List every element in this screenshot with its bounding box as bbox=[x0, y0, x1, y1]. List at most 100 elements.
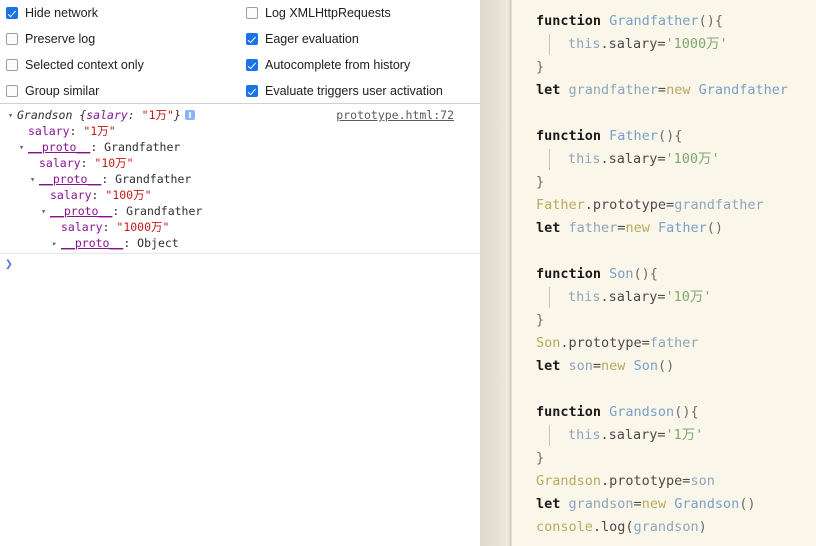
token-str: '10万' bbox=[665, 289, 712, 305]
console-output-area[interactable]: prototype.html:72 ▾ Grandson {salary: "1万… bbox=[0, 104, 480, 254]
token-olive: Grandson bbox=[536, 473, 602, 489]
info-icon[interactable] bbox=[184, 110, 195, 120]
checkbox-unchecked-icon-selected-context-only[interactable] bbox=[6, 59, 18, 71]
console-settings-panel: Hide network Preserve log Selected context… bbox=[0, 0, 480, 104]
tree-row[interactable]: salary: "100万" bbox=[0, 187, 480, 203]
checkbox-row-evaluate-triggers-user-activation[interactable]: Evaluate triggers user activation bbox=[240, 78, 480, 104]
code-line[interactable]: Grandson.prototype=son bbox=[512, 470, 816, 493]
checkbox-unchecked-icon-log-xmlhttprequests[interactable] bbox=[246, 7, 258, 19]
checkbox-row-eager-evaluation[interactable]: Eager evaluation bbox=[240, 26, 480, 52]
console-input[interactable] bbox=[22, 258, 476, 273]
code-line-text: this.salary='10万' bbox=[568, 289, 712, 305]
disclosure-expanded-icon[interactable]: ▾ bbox=[30, 172, 39, 188]
tree-text-prop-key: salary bbox=[28, 124, 70, 138]
code-line[interactable]: function Grandson(){ bbox=[512, 401, 816, 424]
code-blank-line[interactable] bbox=[512, 378, 816, 401]
checkbox-row-autocomplete-from-history[interactable]: Autocomplete from history bbox=[240, 52, 480, 78]
code-line[interactable]: Father.prototype=grandfather bbox=[512, 194, 816, 217]
code-line-text: function Grandfather(){ bbox=[536, 13, 723, 29]
code-line-text: function Father(){ bbox=[536, 128, 682, 144]
checkbox-row-selected-context-only[interactable]: Selected context only bbox=[0, 52, 240, 78]
tree-text-brace: : bbox=[127, 108, 142, 122]
code-line[interactable]: let grandfather=new Grandfather bbox=[512, 79, 816, 102]
code-line[interactable]: let son=new Son() bbox=[512, 355, 816, 378]
code-line[interactable]: } bbox=[512, 309, 816, 332]
code-line[interactable]: } bbox=[512, 56, 816, 79]
editor-code-content[interactable]: function Grandfather(){ this.salary='1000… bbox=[512, 0, 816, 546]
token-kw: let bbox=[536, 496, 569, 512]
indent-guide-line bbox=[549, 34, 550, 55]
tree-text-str-val: "10万" bbox=[94, 156, 134, 170]
token-punct: () bbox=[706, 220, 723, 236]
tree-text-proto-key: __proto__ bbox=[39, 172, 102, 186]
token-punct: (){ bbox=[674, 404, 699, 420]
tree-row[interactable]: ▾ __proto__: Grandfather bbox=[0, 171, 480, 187]
prompt-arrow-icon: ❯ bbox=[5, 257, 13, 272]
token-ident: grandfather bbox=[674, 197, 764, 213]
checkbox-label-preserve-log: Preserve log bbox=[25, 31, 96, 46]
code-blank-line[interactable] bbox=[512, 102, 816, 125]
token-plain: .prototype= bbox=[601, 473, 691, 489]
code-line[interactable]: this.salary='1万' bbox=[512, 424, 816, 447]
tree-row[interactable]: salary: "1000万" bbox=[0, 219, 480, 235]
tree-text-proto-val: : bbox=[101, 172, 116, 186]
tree-row[interactable]: salary: "10万" bbox=[0, 155, 480, 171]
token-punct: () bbox=[739, 496, 756, 512]
code-line[interactable]: let grandson=new Grandson() bbox=[512, 493, 816, 516]
console-prompt-row[interactable]: ❯ bbox=[0, 255, 480, 277]
tree-text-proto-val: : bbox=[90, 140, 105, 154]
checkbox-row-log-xmlhttprequests[interactable]: Log XMLHttpRequests bbox=[240, 0, 480, 26]
disclosure-expanded-icon[interactable]: ▾ bbox=[41, 204, 50, 220]
code-line-text: Grandson.prototype=son bbox=[536, 473, 715, 489]
token-plain: = bbox=[592, 358, 602, 374]
token-ident: grandfather bbox=[568, 82, 658, 98]
token-str: '1000万' bbox=[665, 36, 728, 52]
token-kw: function bbox=[536, 266, 610, 282]
console-empty-space[interactable] bbox=[0, 277, 480, 546]
disclosure-collapsed-icon[interactable]: ▸ bbox=[52, 236, 61, 252]
disclosure-expanded-icon[interactable]: ▾ bbox=[8, 108, 17, 124]
tree-text-prop-key: salary bbox=[50, 188, 92, 202]
code-line[interactable]: this.salary='10万' bbox=[512, 286, 816, 309]
tree-text-proto-val: Grandfather bbox=[115, 172, 192, 186]
tree-row[interactable]: ▾ __proto__: Grandfather bbox=[0, 203, 480, 219]
tree-text-prop-key: salary bbox=[39, 156, 81, 170]
token-punct: () bbox=[657, 358, 675, 374]
checkbox-checked-icon-eager-evaluation[interactable] bbox=[246, 33, 258, 45]
code-line-text: } bbox=[536, 174, 544, 190]
tree-text-proto-val: : bbox=[91, 188, 106, 202]
checkbox-row-hide-network[interactable]: Hide network bbox=[0, 0, 240, 26]
tree-row[interactable]: ▾ __proto__: Grandfather bbox=[0, 139, 480, 155]
disclosure-expanded-icon[interactable]: ▾ bbox=[19, 140, 28, 156]
log-source-link[interactable]: prototype.html:72 bbox=[336, 108, 454, 122]
checkbox-checked-icon-autocomplete-from-history[interactable] bbox=[246, 59, 258, 71]
tree-row[interactable]: ▸ __proto__: Object bbox=[0, 235, 480, 251]
code-line[interactable]: } bbox=[512, 447, 816, 470]
code-line[interactable]: function Grandfather(){ bbox=[512, 10, 816, 33]
code-line[interactable]: this.salary='1000万' bbox=[512, 33, 816, 56]
code-line[interactable]: function Son(){ bbox=[512, 263, 816, 286]
code-blank-line[interactable] bbox=[512, 240, 816, 263]
code-editor-pane: function Grandfather(){ this.salary='1000… bbox=[480, 0, 816, 546]
code-line-text: console.log(grandson) bbox=[536, 519, 707, 535]
checkbox-checked-icon-evaluate-triggers-user-activation[interactable] bbox=[246, 85, 258, 97]
checkbox-row-group-similar[interactable]: Group similar bbox=[0, 78, 240, 104]
tree-text-proto-val: : bbox=[80, 156, 95, 170]
code-line-text: let father=new Father() bbox=[536, 220, 723, 236]
code-line[interactable]: console.log(grandson) bbox=[512, 516, 816, 539]
checkbox-label-evaluate-triggers-user-activation: Evaluate triggers user activation bbox=[265, 83, 443, 98]
code-line[interactable]: Son.prototype=father bbox=[512, 332, 816, 355]
tree-row[interactable]: salary: "1万" bbox=[0, 123, 480, 139]
token-plain: .salary= bbox=[600, 36, 666, 52]
checkbox-row-preserve-log[interactable]: Preserve log bbox=[0, 26, 240, 52]
token-punct: } bbox=[536, 174, 545, 190]
code-line[interactable]: function Father(){ bbox=[512, 125, 816, 148]
checkbox-checked-icon-hide-network[interactable] bbox=[6, 7, 18, 19]
code-line[interactable]: this.salary='100万' bbox=[512, 148, 816, 171]
checkbox-unchecked-icon-group-similar[interactable] bbox=[6, 85, 18, 97]
indent-guide-line bbox=[549, 149, 550, 170]
checkbox-unchecked-icon-preserve-log[interactable] bbox=[6, 33, 18, 45]
code-line[interactable]: } bbox=[512, 171, 816, 194]
code-line[interactable]: let father=new Father() bbox=[512, 217, 816, 240]
token-str: '100万' bbox=[665, 151, 720, 167]
